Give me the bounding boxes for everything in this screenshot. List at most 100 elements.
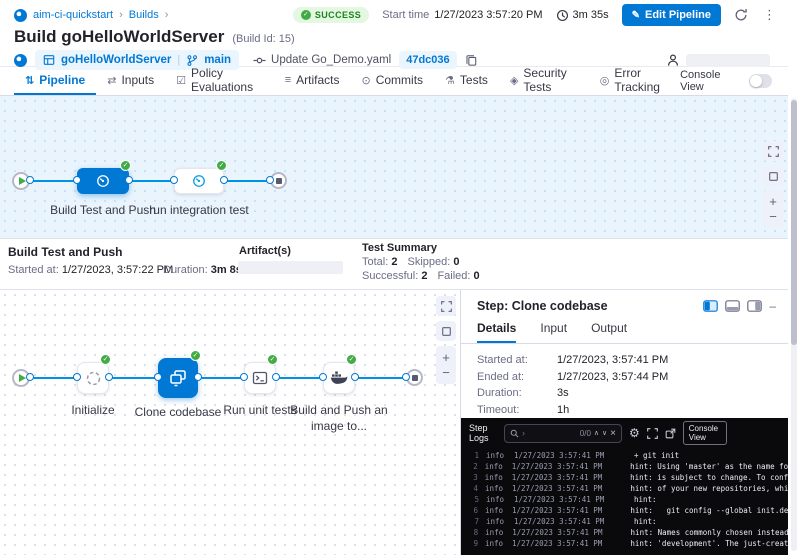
zoom-out-button[interactable]: − bbox=[769, 210, 777, 223]
stage-node-build-test-and-push[interactable] bbox=[77, 168, 129, 194]
log-line[interactable]: 7 info 1/27/2023 3:57:41 PM hint: bbox=[461, 516, 788, 527]
kebab-menu-button[interactable]: ⋮ bbox=[761, 7, 778, 23]
layout-right-panel-icon[interactable] bbox=[747, 300, 762, 312]
expand-logs-icon[interactable] bbox=[647, 428, 658, 439]
layout-bottom-split-icon[interactable] bbox=[725, 300, 740, 312]
tab[interactable]: ≡ Artifacts bbox=[274, 67, 351, 95]
zoom-out-button[interactable]: − bbox=[442, 366, 450, 379]
stage-label[interactable]: run integration test bbox=[144, 202, 254, 218]
step-panel-tab[interactable]: Output bbox=[591, 321, 627, 343]
connector-dot bbox=[154, 373, 162, 381]
artifact-redacted[interactable] bbox=[238, 261, 343, 274]
stage-node-run-integration-test[interactable] bbox=[174, 168, 224, 194]
page-scrollbar[interactable] bbox=[788, 0, 800, 555]
successful-value: 2 bbox=[421, 270, 427, 282]
chevron-down-icon[interactable]: ∨ bbox=[602, 429, 607, 437]
stage-graph-canvas[interactable]: ✓ ✓ Build Test and Push run integration … bbox=[0, 96, 788, 238]
detail-value: 1h bbox=[557, 404, 569, 416]
log-level: info bbox=[486, 494, 505, 505]
log-line-number: 3 bbox=[469, 472, 478, 483]
detail-value: 3s bbox=[557, 387, 569, 399]
tab-bar: ⇅ Pipeline ⇄ Inputs ☑ Policy Evaluations… bbox=[0, 67, 788, 96]
connector-line bbox=[109, 377, 158, 379]
log-message: hint: git config --global init.defaul bbox=[630, 505, 788, 516]
fullscreen-button[interactable] bbox=[763, 141, 783, 161]
fit-to-view-button[interactable] bbox=[763, 166, 783, 186]
step-panel-tab[interactable]: Input bbox=[540, 321, 567, 343]
tab[interactable]: ⇄ Inputs bbox=[96, 67, 165, 95]
tab-label: Error Tracking bbox=[614, 66, 669, 94]
tab-icon: ⊙ bbox=[361, 74, 370, 87]
log-message: + git init bbox=[634, 450, 679, 461]
log-console: Step Logs › 0/0 ∧ ∨ × ⚙ Console View bbox=[461, 418, 788, 555]
step-graph-canvas[interactable]: ✓ ✓ ✓ ✓ Initialize Clone c bbox=[0, 290, 460, 555]
log-line[interactable]: 4 info 1/27/2023 3:57:41 PM hint: of you… bbox=[461, 483, 788, 494]
tab[interactable]: ⇅ Pipeline bbox=[14, 67, 96, 95]
connector-dot bbox=[220, 176, 228, 184]
log-line-number: 1 bbox=[469, 450, 479, 461]
log-timestamp: 1/27/2023 3:57:41 PM bbox=[512, 505, 602, 516]
harness-logo-icon bbox=[14, 9, 27, 22]
breadcrumb-project[interactable]: aim-ci-quickstart bbox=[33, 9, 113, 21]
ci-stage-icon bbox=[96, 174, 110, 188]
success-check-icon: ✓ bbox=[190, 350, 201, 361]
gear-icon[interactable]: ⚙ bbox=[629, 426, 640, 440]
chevron-up-icon[interactable]: ∧ bbox=[594, 429, 599, 437]
tab-label: Tests bbox=[460, 73, 488, 87]
tab[interactable]: ◈ Security Tests bbox=[499, 67, 589, 95]
tab[interactable]: ⚗ Tests bbox=[434, 67, 499, 95]
skipped-label: Skipped: bbox=[407, 256, 450, 268]
build-id: (Build Id: 15) bbox=[232, 33, 294, 45]
success-check-icon: ✓ bbox=[216, 160, 227, 171]
check-circle-icon: ✓ bbox=[301, 10, 311, 20]
detail-row: Started at: 1/27/2023, 3:57:41 PM bbox=[477, 352, 778, 369]
edit-pipeline-button[interactable]: ✎ Edit Pipeline bbox=[622, 4, 721, 26]
log-message: hint: is subject to change. To configure bbox=[630, 472, 788, 483]
commit-message[interactable]: Update Go_Demo.yaml bbox=[271, 54, 391, 66]
step-node-clone-codebase[interactable] bbox=[158, 358, 198, 398]
breadcrumb-builds[interactable]: Builds bbox=[129, 9, 159, 21]
console-view-button[interactable]: Console View bbox=[683, 421, 727, 445]
page-header: aim-ci-quickstart › Builds › ✓ SUCCESS S… bbox=[0, 0, 788, 67]
log-line[interactable]: 3 info 1/27/2023 3:57:41 PM hint: is sub… bbox=[461, 472, 788, 483]
scrollbar-thumb[interactable] bbox=[791, 100, 797, 345]
step-label[interactable]: Build and Push an image to... bbox=[282, 402, 396, 434]
connector-line bbox=[129, 180, 174, 182]
layout-right-split-icon[interactable] bbox=[703, 300, 718, 312]
log-line[interactable]: 9 info 1/27/2023 3:57:41 PM hint: 'devel… bbox=[461, 538, 788, 549]
copy-icon[interactable] bbox=[465, 54, 477, 66]
log-line-number: 4 bbox=[469, 483, 478, 494]
stop-icon bbox=[276, 178, 282, 184]
tab[interactable]: ⊙ Commits bbox=[350, 67, 434, 95]
tab[interactable]: ☑ Policy Evaluations bbox=[165, 67, 274, 95]
fullscreen-button[interactable] bbox=[436, 296, 456, 316]
log-search-input[interactable]: › 0/0 ∧ ∨ × bbox=[504, 424, 622, 443]
log-line[interactable]: 8 info 1/27/2023 3:57:41 PM hint: Names … bbox=[461, 527, 788, 538]
minimize-panel-icon[interactable]: – bbox=[769, 301, 776, 311]
tab-icon: ≡ bbox=[285, 74, 291, 86]
connector-line bbox=[224, 180, 270, 182]
close-icon[interactable]: × bbox=[610, 429, 616, 438]
console-view-toggle[interactable] bbox=[749, 74, 772, 88]
tab[interactable]: ◎ Error Tracking bbox=[589, 67, 680, 95]
log-line[interactable]: 2 info 1/27/2023 3:57:41 PM hint: Using … bbox=[461, 461, 788, 472]
log-line[interactable]: 5 info 1/27/2023 3:57:41 PM hint: bbox=[461, 494, 788, 505]
connector-line bbox=[30, 180, 77, 182]
connector-dot bbox=[351, 373, 359, 381]
refresh-button[interactable] bbox=[734, 8, 748, 22]
connector-line bbox=[276, 377, 323, 379]
fit-to-view-button[interactable] bbox=[436, 321, 456, 341]
external-link-icon[interactable] bbox=[665, 428, 676, 439]
tab-label: Artifacts bbox=[296, 73, 339, 87]
connector-dot bbox=[272, 373, 280, 381]
log-line[interactable]: 6 info 1/27/2023 3:57:41 PM hint: git co… bbox=[461, 505, 788, 516]
success-check-icon: ✓ bbox=[100, 354, 111, 365]
connector-dot bbox=[194, 373, 202, 381]
stage-label[interactable]: Build Test and Push bbox=[48, 202, 158, 218]
step-panel-tab[interactable]: Details bbox=[477, 321, 516, 343]
tab-icon: ◈ bbox=[510, 74, 518, 87]
log-line[interactable]: 1 info 1/27/2023 3:57:41 PM + git init bbox=[461, 450, 788, 461]
zoom-in-button[interactable]: + bbox=[769, 195, 777, 208]
zoom-in-button[interactable]: + bbox=[442, 351, 450, 364]
artifacts-label: Artifact(s) bbox=[239, 245, 291, 257]
